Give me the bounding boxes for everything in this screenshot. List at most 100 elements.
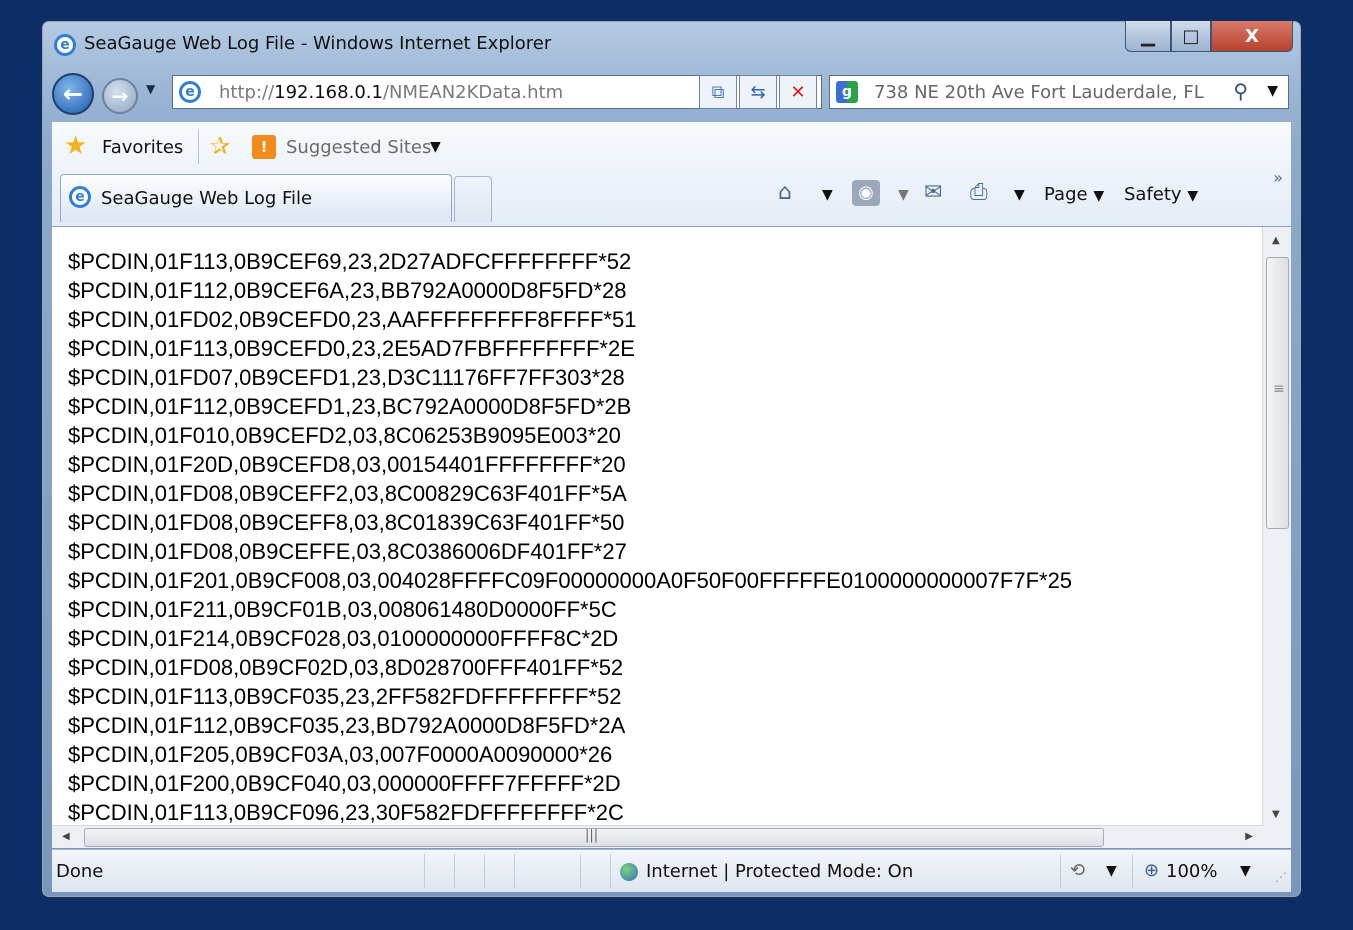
tab-label: SeaGauge Web Log File xyxy=(101,188,313,209)
back-button[interactable]: ← xyxy=(52,73,94,115)
separator xyxy=(1060,854,1061,888)
vertical-scroll-thumb[interactable]: ≡ xyxy=(1266,257,1289,529)
scroll-left-arrow-icon[interactable]: ◀ xyxy=(62,831,70,842)
protected-mode-icon[interactable]: ⟲ xyxy=(1070,860,1085,881)
address-input[interactable]: http://192.168.0.1/NMEAN2KData.htm xyxy=(219,82,563,103)
log-line: $PCDIN,01FD08,0B9CEFFE,03,8C0386006DF401… xyxy=(68,539,627,564)
log-line: $PCDIN,01F20D,0B9CEFD8,03,00154401FFFFFF… xyxy=(68,452,626,477)
scrollbar-corner xyxy=(1263,826,1291,848)
ie-logo-icon: e xyxy=(54,34,76,56)
vertical-scrollbar[interactable]: ▲ ≡ ▼ xyxy=(1262,227,1291,826)
suggested-sites-button[interactable]: Suggested Sites xyxy=(286,137,431,158)
feeds-dropdown[interactable]: ▼ xyxy=(898,187,909,203)
tab-active[interactable]: e SeaGauge Web Log File xyxy=(60,174,452,222)
favorites-bar: ★ Favorites ✰ ! Suggested Sites ▼ xyxy=(52,122,1291,172)
separator xyxy=(610,854,611,888)
ie-logo-icon: e xyxy=(69,186,91,208)
security-zone[interactable]: Internet | Protected Mode: On xyxy=(646,861,913,882)
search-options-dropdown[interactable]: ▼ xyxy=(1267,83,1278,99)
title-bar[interactable]: e SeaGauge Web Log File - Windows Intern… xyxy=(42,21,1301,69)
google-icon: g xyxy=(836,81,858,103)
protected-mode-dropdown[interactable]: ▼ xyxy=(1106,863,1117,879)
separator xyxy=(484,854,485,888)
search-input[interactable]: 738 NE 20th Ave Fort Lauderdale, FL xyxy=(874,82,1204,103)
stop-button[interactable]: ✕ xyxy=(779,75,817,109)
status-bar: Done Internet | Protected Mode: On ⟲ ▼ ⊕… xyxy=(52,849,1291,892)
log-line: $PCDIN,01FD07,0B9CEFD1,23,D3C11176FF7FF3… xyxy=(68,365,625,390)
separator xyxy=(424,854,425,888)
log-line: $PCDIN,01F112,0B9CEF6A,23,BB792A0000D8F5… xyxy=(68,278,627,303)
rss-feed-icon[interactable]: ◉ xyxy=(852,180,880,206)
horizontal-scrollbar[interactable]: ◀ ||| ▶ xyxy=(52,825,1263,848)
scroll-right-arrow-icon[interactable]: ▶ xyxy=(1245,831,1253,842)
status-text: Done xyxy=(56,861,104,882)
log-line: $PCDIN,01F211,0B9CF01B,03,008061480D0000… xyxy=(68,597,617,622)
separator xyxy=(454,854,455,888)
command-area: ★ Favorites ✰ ! Suggested Sites ▼ e SeaG… xyxy=(52,121,1291,226)
separator xyxy=(580,854,581,888)
zoom-level[interactable]: 100% xyxy=(1166,861,1217,882)
more-commands-chevron-icon[interactable]: » xyxy=(1273,168,1283,187)
search-icon[interactable]: ⚲ xyxy=(1233,79,1248,103)
home-dropdown[interactable]: ▼ xyxy=(822,187,833,203)
log-line: $PCDIN,01F010,0B9CEFD2,03,8C06253B9095E0… xyxy=(68,423,621,448)
new-tab-button[interactable] xyxy=(454,176,492,222)
suggested-sites-icon: ! xyxy=(252,135,276,159)
stop-icon: ✕ xyxy=(790,81,806,103)
compat-view-button[interactable]: ⧉ xyxy=(699,75,737,109)
page-menu[interactable]: Page ▼ xyxy=(1044,184,1104,205)
suggested-sites-dropdown[interactable]: ▼ xyxy=(430,139,441,155)
log-line: $PCDIN,01FD08,0B9CF02D,03,8D028700FFF401… xyxy=(68,655,624,680)
page-content: $PCDIN,01F113,0B9CEF69,23,2D27ADFCFFFFFF… xyxy=(52,226,1291,848)
back-arrow-icon: ← xyxy=(62,80,84,108)
address-prefix: http:// xyxy=(219,82,275,103)
close-button[interactable]: X xyxy=(1211,21,1293,52)
favorites-button[interactable]: Favorites xyxy=(102,137,183,158)
safety-menu[interactable]: Safety ▼ xyxy=(1124,184,1198,205)
mail-icon[interactable]: ✉ xyxy=(924,180,942,205)
log-line: $PCDIN,01F113,0B9CF035,23,2FF582FDFFFFFF… xyxy=(68,684,622,709)
refresh-icon: ⇆ xyxy=(750,81,766,103)
scroll-down-arrow-icon[interactable]: ▼ xyxy=(1272,809,1280,820)
address-path: /NMEAN2KData.htm xyxy=(382,82,564,103)
grip-icon: ||| xyxy=(585,828,599,843)
compat-view-icon: ⧉ xyxy=(711,81,725,103)
horizontal-scroll-thumb[interactable]: ||| xyxy=(84,828,1104,847)
print-dropdown[interactable]: ▼ xyxy=(1014,187,1025,203)
resize-grip-icon[interactable]: ⋰ xyxy=(1275,870,1287,884)
recent-pages-dropdown[interactable]: ▼ xyxy=(146,82,155,96)
ie-logo-icon: e xyxy=(179,81,201,103)
print-icon[interactable]: ⎙ xyxy=(970,180,988,205)
safety-menu-label: Safety xyxy=(1124,184,1182,205)
log-line: $PCDIN,01F201,0B9CF008,03,004028FFFFC09F… xyxy=(68,568,1073,593)
log-line: $PCDIN,01F112,0B9CEFD1,23,BC792A0000D8F5… xyxy=(68,394,632,419)
log-text: $PCDIN,01F113,0B9CEF69,23,2D27ADFCFFFFFF… xyxy=(68,247,1072,827)
log-line: $PCDIN,01F113,0B9CEF69,23,2D27ADFCFFFFFF… xyxy=(68,249,632,274)
separator xyxy=(198,130,199,164)
log-line: $PCDIN,01F112,0B9CF035,23,BD792A0000D8F5… xyxy=(68,713,626,738)
zoom-dropdown[interactable]: ▼ xyxy=(1240,863,1251,879)
address-host: 192.168.0.1 xyxy=(274,82,383,103)
grip-icon: ≡ xyxy=(1273,381,1285,397)
scroll-up-arrow-icon[interactable]: ▲ xyxy=(1272,235,1280,246)
log-line: $PCDIN,01F200,0B9CF040,03,000000FFFF7FFF… xyxy=(68,771,621,796)
star-icon[interactable]: ★ xyxy=(64,131,87,161)
refresh-button[interactable]: ⇆ xyxy=(739,75,777,109)
globe-icon xyxy=(620,863,638,881)
zoom-icon[interactable]: ⊕ xyxy=(1144,860,1159,881)
minimize-button[interactable]: ▁ xyxy=(1125,21,1171,52)
forward-button[interactable]: → xyxy=(102,78,138,114)
home-icon[interactable]: ⌂ xyxy=(778,180,792,205)
navigation-bar: ← → ▼ e http://192.168.0.1/NMEAN2KData.h… xyxy=(42,69,1301,117)
search-box[interactable]: g 738 NE 20th Ave Fort Lauderdale, FL ⚲ … xyxy=(829,75,1289,109)
log-line: $PCDIN,01FD08,0B9CEFF8,03,8C01839C63F401… xyxy=(68,510,625,535)
window-controls: ▁ □ X xyxy=(1125,21,1293,52)
maximize-button[interactable]: □ xyxy=(1171,21,1211,52)
separator xyxy=(514,854,515,888)
log-line: $PCDIN,01F113,0B9CF096,23,30F582FDFFFFFF… xyxy=(68,800,624,825)
separator xyxy=(1132,854,1133,888)
add-favorite-icon[interactable]: ✰ xyxy=(210,132,230,160)
log-line: $PCDIN,01F214,0B9CF028,03,0100000000FFFF… xyxy=(68,626,619,651)
log-line: $PCDIN,01FD02,0B9CEFD0,23,AAFFFFFFFFF8FF… xyxy=(68,307,637,332)
browser-window: e SeaGauge Web Log File - Windows Intern… xyxy=(41,20,1302,898)
